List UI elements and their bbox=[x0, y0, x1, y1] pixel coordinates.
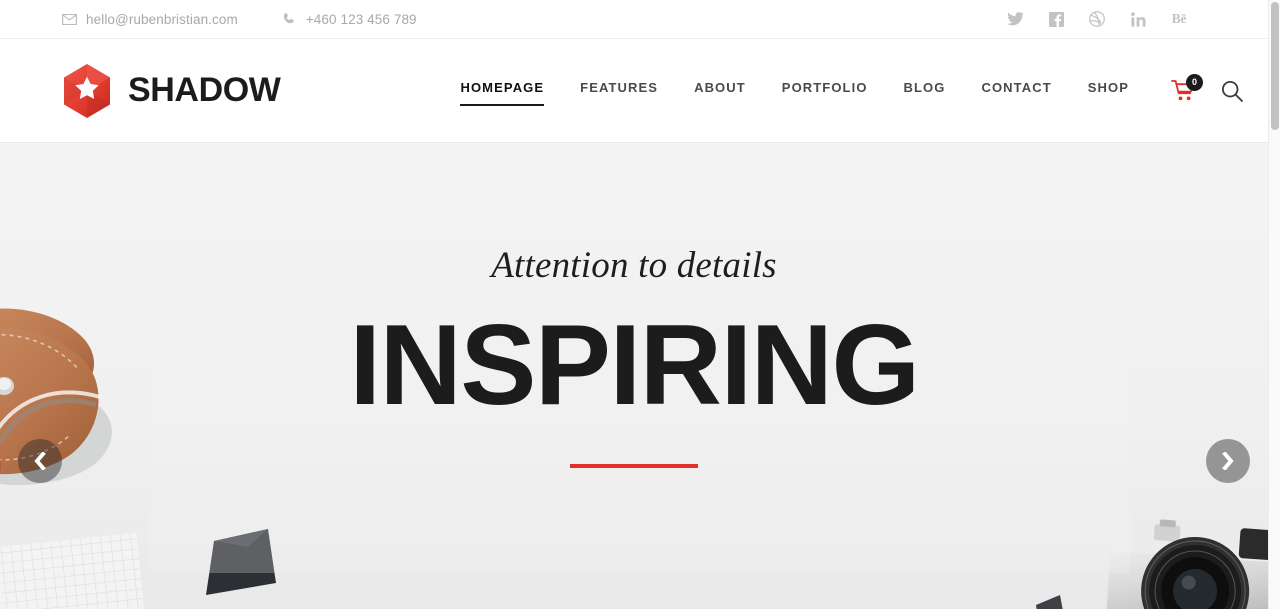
envelope-icon bbox=[62, 13, 77, 25]
chevron-left-icon bbox=[34, 452, 46, 470]
search-button[interactable] bbox=[1221, 80, 1243, 102]
scrollbar-thumb[interactable] bbox=[1271, 2, 1279, 130]
main-navigation: HOMEPAGE FEATURES ABOUT PORTFOLIO BLOG C… bbox=[460, 80, 1129, 106]
nav-item-features[interactable]: FEATURES bbox=[580, 80, 658, 101]
contact-phone[interactable]: +460 123 456 789 bbox=[282, 12, 417, 27]
dribbble-icon[interactable] bbox=[1088, 10, 1106, 28]
logo[interactable]: SHADOW bbox=[62, 63, 281, 119]
nav-item-contact[interactable]: CONTACT bbox=[981, 80, 1051, 101]
chevron-right-icon bbox=[1222, 452, 1234, 470]
contact-email-text: hello@rubenbristian.com bbox=[86, 11, 238, 27]
search-icon bbox=[1222, 80, 1243, 102]
site-header: SHADOW HOMEPAGE FEATURES ABOUT PORTFOLIO… bbox=[0, 39, 1268, 143]
nav-item-about[interactable]: ABOUT bbox=[694, 80, 746, 101]
cart-button[interactable]: 0 bbox=[1171, 73, 1204, 103]
hero-subtitle: Attention to details bbox=[491, 245, 777, 286]
phone-icon bbox=[282, 12, 297, 27]
slider-next-button[interactable] bbox=[1206, 439, 1250, 483]
slider-prev-button[interactable] bbox=[18, 439, 62, 483]
top-bar-contacts: hello@rubenbristian.com +460 123 456 789 bbox=[62, 12, 417, 27]
brand-name: SHADOW bbox=[128, 71, 281, 109]
nav-item-blog[interactable]: BLOG bbox=[904, 80, 946, 101]
hero-content: Attention to details INSPIRING bbox=[0, 247, 1268, 468]
hero-slider: INSPIRING Sky is the limit bbox=[0, 143, 1268, 609]
social-links: Bē bbox=[1006, 10, 1248, 28]
behance-label: Bē bbox=[1171, 11, 1187, 26]
top-bar: hello@rubenbristian.com +460 123 456 789 bbox=[0, 0, 1268, 39]
header-actions: 0 bbox=[1171, 73, 1243, 103]
behance-icon[interactable]: Bē bbox=[1170, 10, 1188, 28]
contact-email[interactable]: hello@rubenbristian.com bbox=[62, 12, 238, 27]
hero-accent-rule bbox=[570, 463, 698, 468]
contact-phone-text: +460 123 456 789 bbox=[305, 11, 417, 27]
cart-count-badge: 0 bbox=[1186, 73, 1204, 91]
hexagon-star-logo-icon bbox=[62, 63, 112, 119]
nav-item-portfolio[interactable]: PORTFOLIO bbox=[782, 80, 868, 101]
nav-item-homepage[interactable]: HOMEPAGE bbox=[460, 80, 544, 106]
facebook-icon[interactable] bbox=[1047, 10, 1065, 28]
linkedin-icon[interactable] bbox=[1129, 10, 1147, 28]
page-scrollbar[interactable] bbox=[1268, 0, 1280, 609]
nav-item-shop[interactable]: SHOP bbox=[1088, 80, 1129, 101]
twitter-icon[interactable] bbox=[1006, 10, 1024, 28]
hero-title: INSPIRING bbox=[349, 302, 920, 429]
